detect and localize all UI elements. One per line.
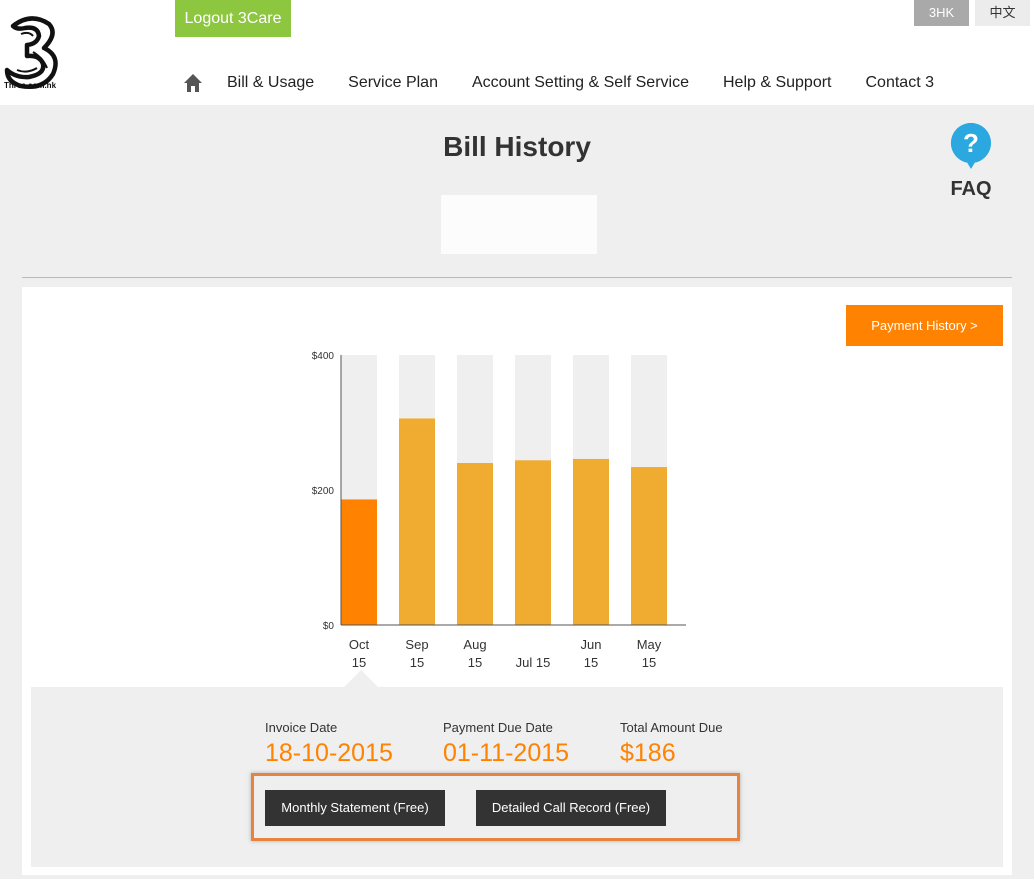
x-tick-label: 15 bbox=[642, 655, 656, 670]
nav-account-setting[interactable]: Account Setting & Self Service bbox=[472, 74, 689, 92]
chart-bar[interactable] bbox=[631, 467, 667, 625]
x-tick-label: Oct bbox=[349, 637, 370, 652]
invoice-date-field: Invoice Date 18-10-2015 bbox=[265, 720, 393, 768]
bill-details: Invoice Date 18-10-2015 Payment Due Date… bbox=[31, 687, 1003, 867]
x-tick-label: 15 bbox=[352, 655, 366, 670]
x-tick-label: Sep bbox=[405, 637, 428, 652]
x-tick-label: Jul 15 bbox=[516, 655, 551, 670]
invoice-date-value: 18-10-2015 bbox=[265, 739, 393, 767]
x-tick-label: 15 bbox=[410, 655, 424, 670]
question-icon: ? bbox=[950, 123, 991, 169]
logout-button[interactable]: Logout 3Care bbox=[175, 0, 291, 37]
nav-service-plan[interactable]: Service Plan bbox=[348, 74, 438, 92]
logo-tagline: Three.com.hk bbox=[4, 81, 57, 90]
bill-panel: Payment History > Oct 15 Sep 15 Aug 15 Jul 15 J… bbox=[22, 287, 1012, 875]
page-title: Bill History bbox=[443, 131, 591, 162]
chart-bar[interactable] bbox=[457, 463, 493, 625]
header: Three.com.hk Logout 3Care 3HK 中文 Bill & … bbox=[0, 0, 1034, 105]
invoice-date-label: Invoice Date bbox=[265, 720, 338, 735]
blank-info-box bbox=[441, 195, 597, 254]
faq-label: FAQ bbox=[950, 178, 992, 200]
faq-link[interactable]: ? FAQ bbox=[946, 121, 996, 201]
x-tick-label: 15 bbox=[584, 655, 598, 670]
chart-bar[interactable] bbox=[573, 458, 609, 625]
y-tick-label: $0 bbox=[323, 621, 335, 632]
payment-history-button[interactable]: Payment History > bbox=[846, 305, 1003, 346]
due-date-field: Payment Due Date 01-11-2015 bbox=[443, 720, 569, 768]
lang-3hk-button[interactable]: 3HK bbox=[914, 0, 969, 26]
call-record-button[interactable]: Detailed Call Record (Free) bbox=[476, 790, 666, 826]
x-tick-label: May bbox=[637, 637, 662, 652]
total-due-label: Total Amount Due bbox=[620, 720, 723, 735]
selected-bar-pointer bbox=[344, 670, 378, 687]
chart-bar[interactable] bbox=[341, 499, 377, 625]
total-due-field: Total Amount Due $186 bbox=[620, 720, 723, 768]
nav-help-support[interactable]: Help & Support bbox=[723, 74, 832, 92]
y-tick-label: $400 bbox=[312, 351, 335, 362]
due-date-label: Payment Due Date bbox=[443, 720, 553, 735]
home-icon[interactable] bbox=[183, 73, 203, 93]
x-tick-label: Aug bbox=[463, 637, 486, 652]
chart-bar[interactable] bbox=[399, 418, 435, 625]
monthly-statement-button[interactable]: Monthly Statement (Free) bbox=[265, 790, 445, 826]
chart-bar[interactable] bbox=[515, 460, 551, 625]
main-nav: Bill & Usage Service Plan Account Settin… bbox=[183, 73, 968, 93]
due-date-value: 01-11-2015 bbox=[443, 739, 570, 767]
divider bbox=[22, 277, 1012, 278]
nav-bill-usage[interactable]: Bill & Usage bbox=[227, 74, 314, 92]
lang-chinese-button[interactable]: 中文 bbox=[975, 0, 1030, 26]
bill-chart: Oct 15 Sep 15 Aug 15 Jul 15 Jun 15 May 15 $0 $200 $40… bbox=[312, 351, 686, 670]
nav-contact[interactable]: Contact 3 bbox=[866, 74, 934, 92]
x-tick-label: Jun bbox=[581, 637, 602, 652]
y-tick-label: $200 bbox=[312, 486, 335, 497]
svg-text:?: ? bbox=[963, 128, 979, 158]
total-due-value: $186 bbox=[620, 739, 676, 767]
x-tick-label: 15 bbox=[468, 655, 482, 670]
